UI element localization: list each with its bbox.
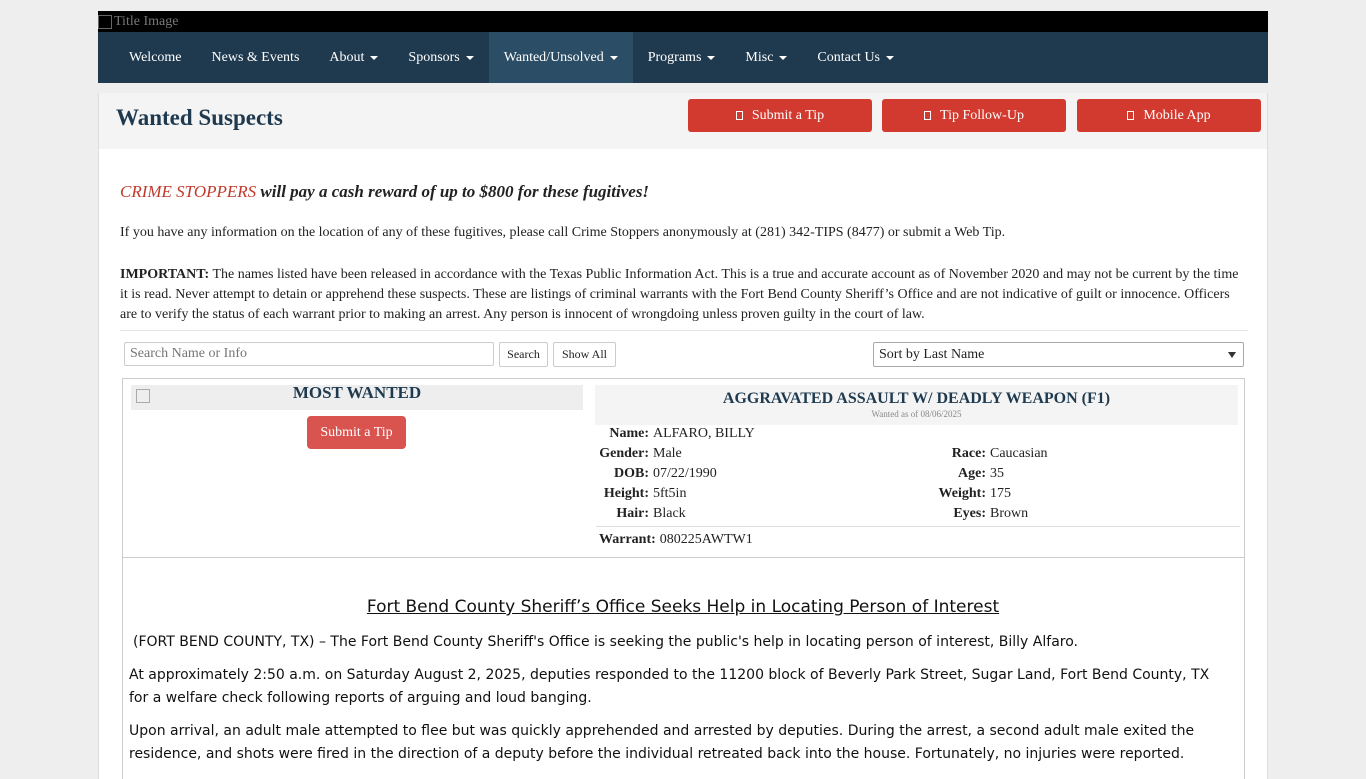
follow-up-icon xyxy=(924,111,932,120)
nav-about[interactable]: About xyxy=(314,32,393,83)
page-wrapper: Title Image Welcome News & Events About … xyxy=(98,11,1268,779)
detail-gender: Gender: Male xyxy=(599,446,682,461)
charge-header: AGGRAVATED ASSAULT W/ DEADLY WEAPON (F1)… xyxy=(595,385,1238,425)
detail-eyes: Eyes: Brown xyxy=(953,506,1029,521)
caret-down-icon xyxy=(886,55,895,60)
sort-select[interactable]: Sort by Last Name xyxy=(873,342,1244,367)
article-paragraph: (FORT BEND COUNTY, TX) – The Fort Bend C… xyxy=(133,634,1078,650)
submit-tip-button[interactable]: Submit a Tip xyxy=(688,99,872,132)
caret-down-icon xyxy=(465,55,474,60)
detail-height: Height: 5ft5in xyxy=(603,486,687,501)
nav-misc[interactable]: Misc xyxy=(730,32,802,83)
caret-down-icon xyxy=(707,55,716,60)
sort-selected-value: Sort by Last Name xyxy=(879,346,985,362)
show-all-button[interactable]: Show All xyxy=(553,342,616,367)
crime-stoppers-label: CRIME STOPPERS xyxy=(120,182,257,201)
nav-news-events[interactable]: News & Events xyxy=(197,32,315,83)
caret-down-icon xyxy=(779,55,788,60)
card-divider xyxy=(123,557,1244,558)
title-image-alt: Title Image xyxy=(114,13,179,29)
page-title: Wanted Suspects xyxy=(116,105,283,130)
search-button[interactable]: Search xyxy=(499,342,548,367)
charge-title: AGGRAVATED ASSAULT W/ DEADLY WEAPON (F1) xyxy=(722,390,1111,407)
suspect-photo: MOST WANTED xyxy=(131,383,583,410)
submit-tip-icon xyxy=(735,111,743,120)
mobile-phone-icon xyxy=(1127,111,1135,120)
nav-wanted-unsolved[interactable]: Wanted/Unsolved xyxy=(488,32,633,83)
card-submit-tip-button[interactable]: Submit a Tip xyxy=(307,416,406,449)
detail-weight: Weight: 175 xyxy=(938,486,1011,501)
mobile-app-button[interactable]: Mobile App xyxy=(1077,99,1261,132)
main-content: CRIME STOPPERS will pay a cash reward of… xyxy=(98,149,1268,779)
nav-welcome[interactable]: Welcome xyxy=(114,32,197,83)
detail-divider xyxy=(596,526,1240,527)
article-paragraph: At approximately 2:50 a.m. on Saturday A… xyxy=(129,667,1210,706)
article-dateline: (FORT BEND COUNTY, TX) xyxy=(133,634,315,650)
important-notice: IMPORTANT: The names listed have been re… xyxy=(120,267,1239,322)
detail-age: Age: 35 xyxy=(958,466,1004,481)
divider xyxy=(120,330,1248,331)
detail-race: Race: Caucasian xyxy=(951,446,1048,461)
suspect-card: MOST WANTED Submit a Tip AGGRAVATED ASSA… xyxy=(122,378,1245,779)
page-header: Wanted Suspects Submit a Tip Tip Follow-… xyxy=(98,93,1268,149)
wanted-date: Wanted as of 08/06/2025 xyxy=(871,409,962,419)
detail-dob: DOB: 07/22/1990 xyxy=(614,466,717,481)
detail-warrant: Warrant: 080225AWTW1 xyxy=(599,532,753,547)
nav-programs[interactable]: Programs xyxy=(633,32,731,83)
important-label: IMPORTANT: xyxy=(120,267,210,282)
nav-contact-us[interactable]: Contact Us xyxy=(802,32,909,83)
title-image-bar: Title Image xyxy=(98,11,1268,32)
main-nav: Welcome News & Events About Sponsors Wan… xyxy=(98,32,1268,83)
broken-image-icon xyxy=(98,14,112,29)
nav-sponsors[interactable]: Sponsors xyxy=(393,32,488,83)
detail-name: Name: ALFARO, BILLY xyxy=(609,426,755,441)
caret-down-icon xyxy=(609,55,618,60)
article-paragraph: Upon arrival, an adult male attempted to… xyxy=(129,723,1195,762)
reward-heading: CRIME STOPPERS will pay a cash reward of… xyxy=(120,182,650,201)
caret-down-icon xyxy=(370,55,379,60)
most-wanted-banner: MOST WANTED xyxy=(292,383,422,402)
search-input[interactable] xyxy=(124,342,494,366)
chevron-down-icon xyxy=(1228,351,1236,358)
info-text: If you have any information on the locat… xyxy=(120,225,1006,240)
tip-follow-up-button[interactable]: Tip Follow-Up xyxy=(882,99,1066,132)
detail-hair: Hair: Black xyxy=(616,506,686,521)
article-headline: Fort Bend County Sheriff’s Office Seeks … xyxy=(366,597,1000,617)
